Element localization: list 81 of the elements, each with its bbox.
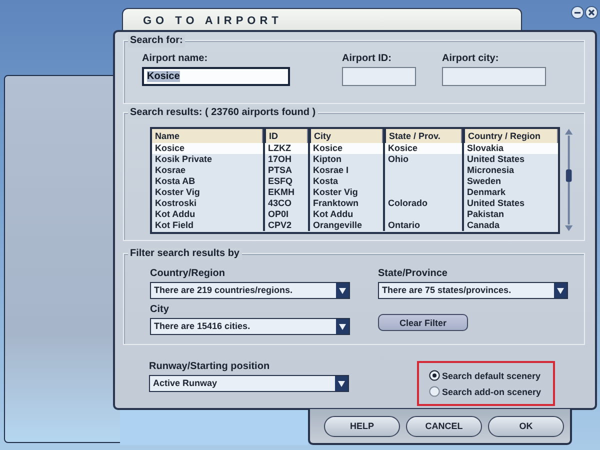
table-cell: Kosrae I <box>308 165 383 176</box>
column-header[interactable]: Country / Region <box>462 129 558 143</box>
radio-icon[interactable] <box>429 386 440 397</box>
table-cell: Franktown <box>308 198 383 209</box>
table-row[interactable]: Kot Field CPV2 Orangeville Ontario Canada <box>152 220 558 231</box>
table-cell: Kosice <box>308 143 383 154</box>
dialog-button[interactable]: CANCEL <box>406 416 482 436</box>
table-cell-text: Kot Addu <box>154 209 196 220</box>
column-header[interactable]: ID <box>263 129 308 143</box>
table-cell: Koster Vig <box>308 187 383 198</box>
close-icon[interactable] <box>585 6 598 19</box>
scrollbar[interactable] <box>564 127 574 233</box>
table-cell: OP0I <box>263 209 308 220</box>
dropdown-value: There are 219 countries/regions. <box>153 284 294 297</box>
dropdown-label: State/Province <box>378 268 448 279</box>
dropdown[interactable]: There are 15416 cities. <box>150 318 350 335</box>
table-row[interactable]: Kosrae PTSA Kosrae I Micronesia <box>152 165 558 176</box>
table-cell-text: Kot Field <box>154 220 194 231</box>
radio-option[interactable]: Search default scenery <box>429 370 553 381</box>
table-cell: Kosta <box>308 176 383 187</box>
table-cell-text: Kostroski <box>154 198 198 209</box>
table-cell-text: Kosrae <box>154 165 187 176</box>
table-cell: Colorado <box>383 198 462 209</box>
table-cell: Ontario <box>383 220 462 231</box>
radio-option[interactable]: Search add-on scenery <box>429 386 553 397</box>
dropdown-label: City <box>150 304 170 315</box>
column-header[interactable]: City <box>308 129 383 143</box>
field-label: Airport name: <box>142 53 209 64</box>
field-label: Airport ID: <box>342 53 392 64</box>
table-cell: 17OH <box>263 154 308 165</box>
dropdown-label: Country/Region <box>150 268 226 279</box>
table-row[interactable]: Kot Addu OP0I Kot Addu Pakistan <box>152 209 558 220</box>
table-cell: Kipton <box>308 154 383 165</box>
table-cell: 43CO <box>263 198 308 209</box>
text-field[interactable] <box>342 67 416 86</box>
dropdown-value: Active Runway <box>152 377 218 390</box>
dialog-button[interactable]: HELP <box>324 416 400 436</box>
dialog-button[interactable]: OK <box>488 416 564 436</box>
table-cell: EKMH <box>263 187 308 198</box>
table-cell: Micronesia <box>462 165 558 176</box>
table-cell-text: Kosta AB <box>154 176 196 187</box>
text-field[interactable]: Kosice <box>142 67 290 86</box>
table-row[interactable]: Kosice LZKZ Kosice Kosice Slovakia <box>152 143 558 154</box>
table-cell: CPV2 <box>263 220 308 231</box>
group-title: Search for: <box>128 35 185 47</box>
table-row[interactable]: Kosta AB ESFQ Kosta Sweden <box>152 176 558 187</box>
column-header[interactable]: State / Prov. <box>383 129 462 143</box>
group-title: Filter search results by <box>128 248 242 260</box>
table-cell: Orangeville <box>308 220 383 231</box>
table-cell: Ohio <box>383 154 462 165</box>
table-cell: PTSA <box>263 165 308 176</box>
table-cell-text: Kosice <box>154 143 186 154</box>
table-cell-text: Kosik Private <box>154 154 214 165</box>
radio-icon[interactable] <box>429 370 440 381</box>
table-cell: Slovakia <box>462 143 558 154</box>
dropdown-value: There are 15416 cities. <box>153 320 252 333</box>
table-cell: Sweden <box>462 176 558 187</box>
column-header[interactable]: Name <box>152 129 263 143</box>
table-cell: Kosice <box>383 143 462 154</box>
table-cell: United States <box>462 198 558 209</box>
dropdown[interactable]: There are 75 states/provinces. <box>378 282 568 299</box>
text-field[interactable] <box>442 67 546 86</box>
table-cell: LZKZ <box>263 143 308 154</box>
dropdown[interactable]: Active Runway <box>149 375 349 392</box>
table-cell: United States <box>462 154 558 165</box>
table-cell: ESFQ <box>263 176 308 187</box>
minimize-icon[interactable] <box>571 6 584 19</box>
dropdown-label: Runway/Starting position <box>149 361 271 372</box>
table-row[interactable]: Kostroski 43CO Franktown Colorado United States <box>152 198 558 209</box>
table-row[interactable]: Kosik Private 17OH Kipton Ohio United States <box>152 154 558 165</box>
table-cell: Denmark <box>462 187 558 198</box>
table-cell: Kot Addu <box>308 209 383 220</box>
table-cell: Pakistan <box>462 209 558 220</box>
table-cell-text: Koster Vig <box>154 187 201 198</box>
table-row[interactable]: Koster Vig EKMH Koster Vig Denmark <box>152 187 558 198</box>
dropdown[interactable]: There are 219 countries/regions. <box>150 282 350 299</box>
field-label: Airport city: <box>442 53 500 64</box>
clear-filter-button[interactable]: Clear Filter <box>378 314 468 331</box>
group-title: Search results: ( 23760 airports found ) <box>128 107 318 119</box>
dropdown-value: There are 75 states/provinces. <box>381 284 512 297</box>
table-cell: Canada <box>462 220 558 231</box>
